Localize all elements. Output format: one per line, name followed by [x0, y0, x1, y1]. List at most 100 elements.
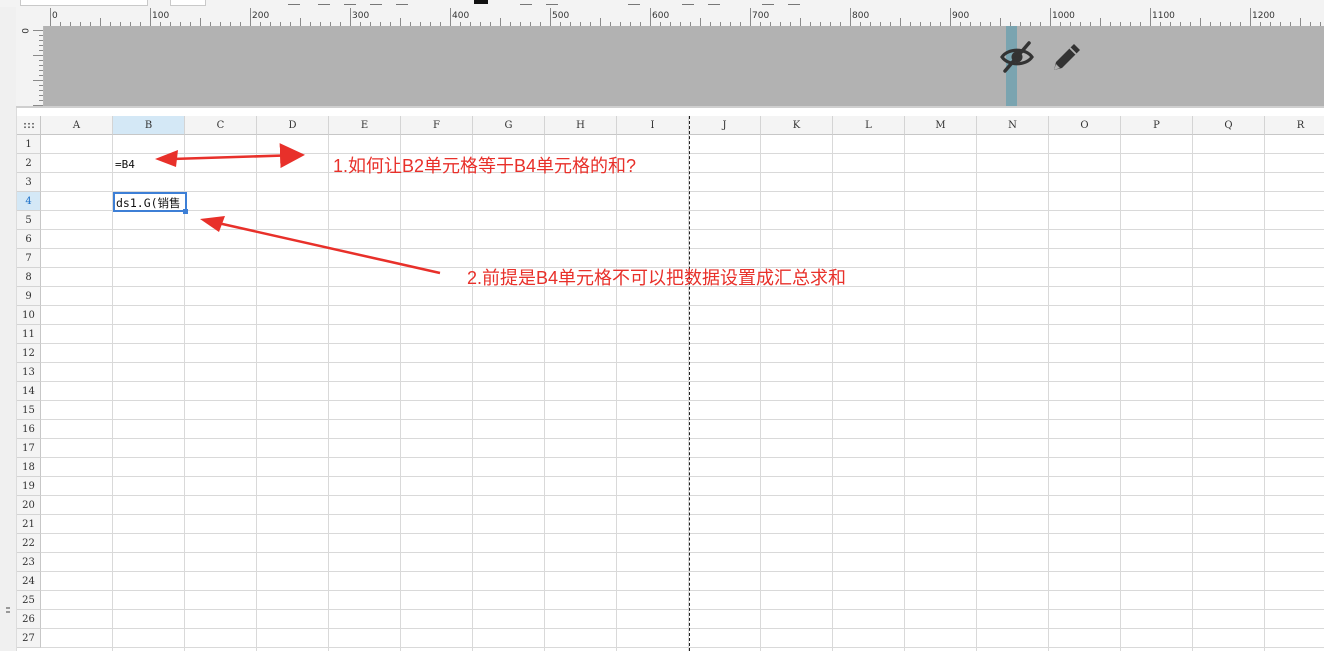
ruler-label: 600 [652, 11, 670, 21]
toolbar-button[interactable] [788, 0, 800, 5]
align-button[interactable] [370, 0, 382, 5]
column-header-R[interactable]: R [1265, 116, 1324, 135]
row-header-16[interactable]: 16 [17, 420, 41, 439]
row-header-12[interactable]: 12 [17, 344, 41, 363]
column-header-I[interactable]: I [617, 116, 689, 135]
row-header-9[interactable]: 9 [17, 287, 41, 306]
column-header-O[interactable]: O [1049, 116, 1121, 135]
row-header-17[interactable]: 17 [17, 439, 41, 458]
grid-row-line [41, 210, 1324, 211]
vertical-ruler-tick [33, 30, 43, 31]
row-header-26[interactable]: 26 [17, 610, 41, 629]
pencil-icon[interactable] [1048, 38, 1086, 76]
column-header-B[interactable]: B [113, 116, 185, 135]
row-header-13[interactable]: 13 [17, 363, 41, 382]
row-header-27[interactable]: 27 [17, 629, 41, 648]
row-header-19[interactable]: 19 [17, 477, 41, 496]
column-header-H[interactable]: H [545, 116, 617, 135]
column-header-F[interactable]: F [401, 116, 473, 135]
ruler-tick [800, 18, 801, 26]
vertical-ruler-label: 0 [19, 28, 29, 34]
toolbar-button[interactable] [628, 0, 640, 5]
column-header-E[interactable]: E [329, 116, 401, 135]
grid-column-line [832, 135, 833, 651]
column-header-J[interactable]: J [689, 116, 761, 135]
border-button[interactable] [396, 0, 408, 5]
ruler-tick [1050, 8, 1051, 26]
row-header-11[interactable]: 11 [17, 325, 41, 344]
row-header-21[interactable]: 21 [17, 515, 41, 534]
column-header-Q[interactable]: Q [1193, 116, 1265, 135]
vertical-ruler-tick [39, 35, 43, 36]
fill-handle[interactable] [183, 209, 188, 214]
ruler-tick [1000, 18, 1001, 26]
align-button[interactable] [318, 0, 330, 5]
toolbar-button[interactable] [708, 0, 720, 5]
align-button[interactable] [288, 0, 300, 5]
ruler-label: 900 [952, 11, 970, 21]
column-header-P[interactable]: P [1121, 116, 1193, 135]
grid-row-line [41, 590, 1324, 591]
row-header-23[interactable]: 23 [17, 553, 41, 572]
column-header-G[interactable]: G [473, 116, 545, 135]
eye-slash-icon[interactable] [998, 38, 1036, 76]
ruler-tick [250, 8, 251, 26]
grid-row-line [41, 533, 1324, 534]
font-color-swatch[interactable] [474, 0, 488, 4]
grid-column-line [400, 135, 401, 651]
vertical-ruler-tick [39, 95, 43, 96]
column-header-N[interactable]: N [977, 116, 1049, 135]
toolbar-button[interactable] [762, 0, 774, 5]
grid-row-line [41, 400, 1324, 401]
ruler-label: 700 [752, 11, 770, 21]
vertical-ruler-tick [39, 70, 43, 71]
grid-row-line [41, 552, 1324, 553]
row-header-10[interactable]: 10 [17, 306, 41, 325]
ruler-tick [700, 18, 701, 26]
row-header-4[interactable]: 4 [17, 192, 41, 211]
row-header-18[interactable]: 18 [17, 458, 41, 477]
spreadsheet-grid[interactable]: ABCDEFGHIJKLMNOPQR 1 2 3 4 5 6 7 8 9 10 11 12 13 14 15… [17, 116, 1324, 651]
vertical-ruler-tick [39, 45, 43, 46]
ruler-tick [350, 8, 351, 26]
ruler-label: 1000 [1052, 11, 1075, 21]
row-header-14[interactable]: 14 [17, 382, 41, 401]
column-header-C[interactable]: C [185, 116, 257, 135]
row-header-24[interactable]: 24 [17, 572, 41, 591]
vertical-ruler-tick [39, 90, 43, 91]
grid-column-line [112, 135, 113, 651]
merge-button[interactable] [546, 0, 558, 5]
ruler-tick [1150, 8, 1151, 26]
select-all-corner[interactable] [17, 116, 41, 135]
vertical-ruler-tick [39, 100, 43, 101]
ruler-tick [750, 8, 751, 26]
row-header-22[interactable]: 22 [17, 534, 41, 553]
column-header-D[interactable]: D [257, 116, 329, 135]
row-header-6[interactable]: 6 [17, 230, 41, 249]
row-header-15[interactable]: 15 [17, 401, 41, 420]
row-header-2[interactable]: 2 [17, 154, 41, 173]
ruler-label: 0 [52, 11, 58, 21]
column-header-A[interactable]: A [41, 116, 113, 135]
chart-button[interactable] [682, 0, 694, 5]
row-header-3[interactable]: 3 [17, 173, 41, 192]
font-family-dropdown[interactable] [20, 0, 148, 6]
row-header-20[interactable]: 20 [17, 496, 41, 515]
cell-B4[interactable]: ds1.G(销售 [116, 195, 181, 211]
column-header-M[interactable]: M [905, 116, 977, 135]
row-header-7[interactable]: 7 [17, 249, 41, 268]
grid-column-line [544, 135, 545, 651]
header-band[interactable] [16, 26, 1324, 108]
row-header-8[interactable]: 8 [17, 268, 41, 287]
merge-button[interactable] [520, 0, 532, 5]
row-header-5[interactable]: 5 [17, 211, 41, 230]
font-size-dropdown[interactable] [170, 0, 206, 6]
row-header-25[interactable]: 25 [17, 591, 41, 610]
ruler-tick [300, 18, 301, 26]
column-header-L[interactable]: L [833, 116, 905, 135]
cell-B2[interactable]: =B4 [115, 158, 135, 171]
row-header-1[interactable]: 1 [17, 135, 41, 154]
grid-row-line [41, 191, 1324, 192]
align-button[interactable] [344, 0, 356, 5]
column-header-K[interactable]: K [761, 116, 833, 135]
